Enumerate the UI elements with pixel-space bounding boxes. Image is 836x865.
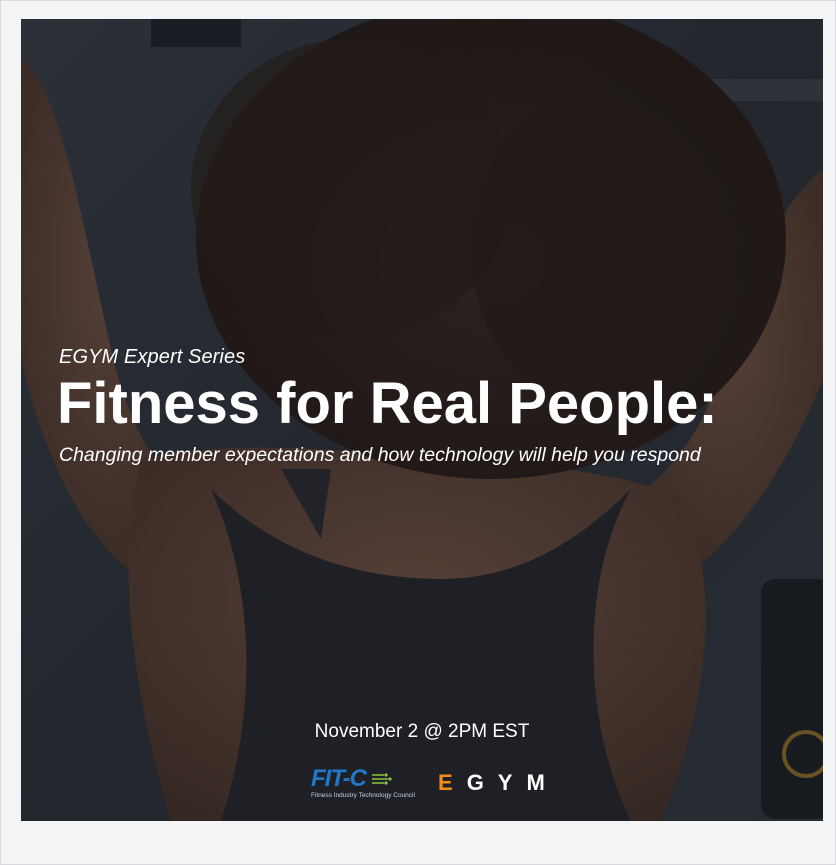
fitc-circuit-icon bbox=[372, 773, 393, 785]
sponsor-logos: FIT-C Fitness Industry Technology Counci… bbox=[311, 767, 611, 807]
event-subtitle: Changing member expectations and how tec… bbox=[59, 444, 701, 466]
event-date: November 2 @ 2PM EST bbox=[314, 721, 530, 742]
egym-logo-rest: GYM bbox=[466, 770, 559, 795]
series-label: EGYM Expert Series bbox=[59, 346, 246, 368]
fitc-logo: FIT-C Fitness Industry Technology Counci… bbox=[311, 765, 415, 800]
fitc-wordmark: FIT-C bbox=[311, 765, 367, 792]
egym-logo-e: E bbox=[438, 770, 467, 795]
event-title: Fitness for Real People: bbox=[57, 371, 718, 436]
fitc-tagline: Fitness Industry Technology Council bbox=[311, 792, 415, 799]
event-banner-image: EGYM Expert Series Fitness for Real Peop… bbox=[21, 19, 823, 821]
page-frame: EGYM Expert Series Fitness for Real Peop… bbox=[0, 0, 836, 865]
egym-logo: EGYM bbox=[438, 770, 559, 796]
